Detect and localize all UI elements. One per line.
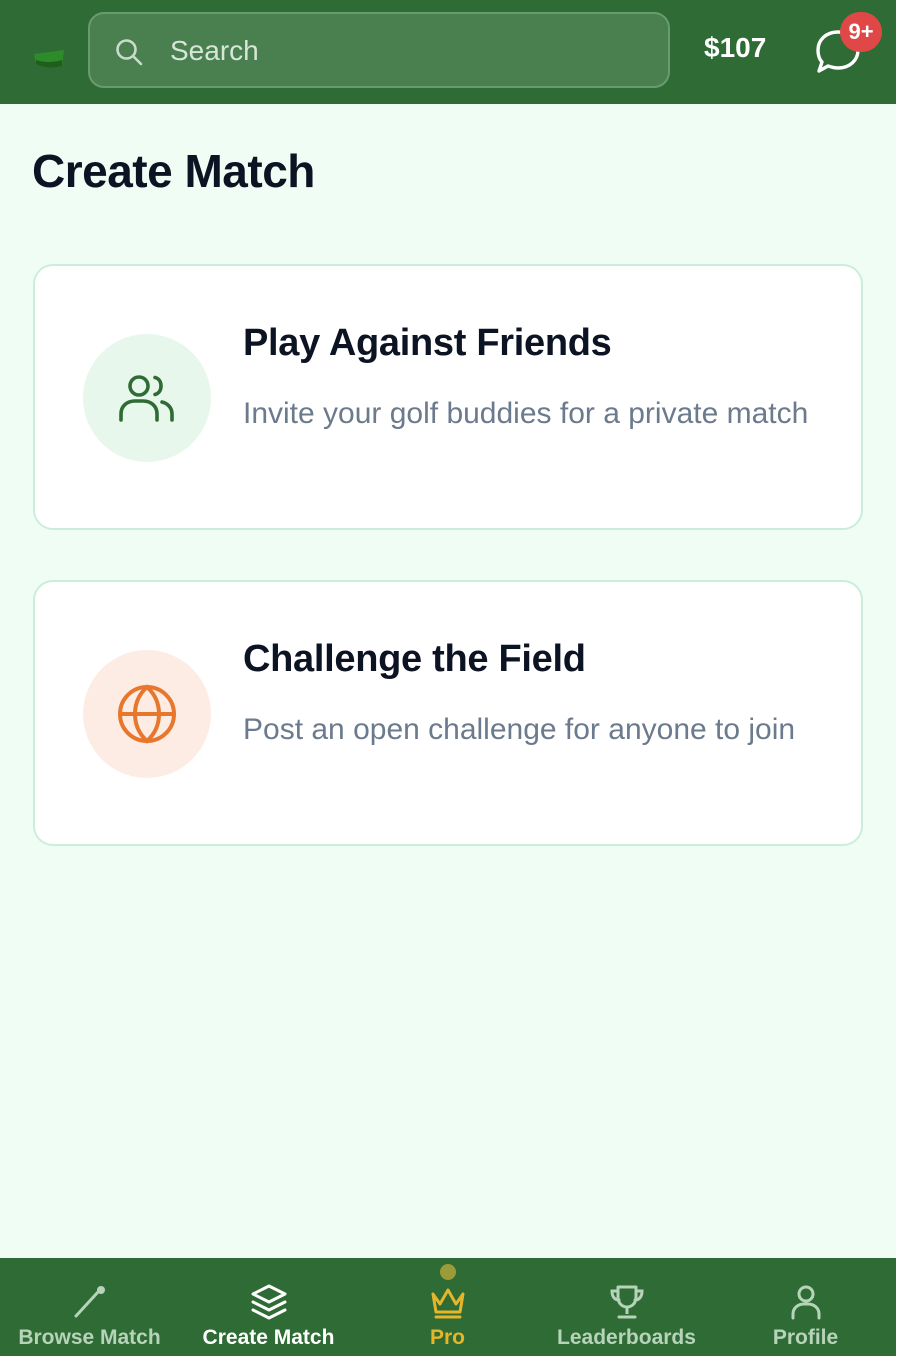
- trophy-icon: [610, 1285, 644, 1319]
- page-title: Create Match: [32, 145, 315, 197]
- search-icon: [116, 39, 143, 66]
- pro-indicator-dot: [440, 1264, 456, 1280]
- layers-icon: [251, 1284, 287, 1320]
- friends-icon-circle: [83, 334, 211, 462]
- golf-flag-logo-icon[interactable]: [30, 40, 70, 74]
- golf-club-icon: [74, 1286, 105, 1318]
- nav-label: Pro: [429, 1326, 465, 1349]
- nav-label: Leaderboards: [557, 1326, 696, 1349]
- nav-label: Create Match: [202, 1326, 335, 1349]
- card-title: Play Against Friends: [243, 322, 612, 364]
- users-icon: [119, 375, 174, 422]
- challenge-the-field-card[interactable]: Challenge the Field Post an open challen…: [33, 580, 863, 846]
- nav-browse-match[interactable]: Browse Match: [0, 1258, 179, 1356]
- crown-icon: [431, 1288, 465, 1319]
- notification-badge: 9+: [840, 12, 882, 52]
- field-icon-circle: [83, 650, 211, 778]
- wallet-balance[interactable]: $107: [704, 32, 766, 64]
- user-icon: [791, 1285, 821, 1320]
- nav-label: Profile: [772, 1326, 839, 1349]
- search-input[interactable]: [170, 28, 650, 74]
- nav-label: Browse Match: [18, 1326, 161, 1349]
- messages-button[interactable]: 9+: [812, 12, 882, 82]
- nav-pro[interactable]: Pro: [358, 1258, 537, 1356]
- card-description: Invite your golf buddies for a private m…: [243, 397, 809, 430]
- nav-create-match[interactable]: Create Match: [179, 1258, 358, 1356]
- nav-leaderboards[interactable]: Leaderboards: [537, 1258, 716, 1356]
- card-title: Challenge the Field: [243, 638, 586, 680]
- play-against-friends-card[interactable]: Play Against Friends Invite your golf bu…: [33, 264, 863, 530]
- app-root: $107 9+ Create Match Play Against Friend…: [0, 0, 896, 1356]
- bottom-navigation: Browse Match Create Match Pro Leaderboar…: [0, 1258, 896, 1356]
- search-bar[interactable]: [88, 12, 670, 88]
- nav-profile[interactable]: Profile: [716, 1258, 895, 1356]
- top-bar: $107 9+: [0, 0, 896, 104]
- globe-icon: [118, 684, 176, 744]
- card-description: Post an open challenge for anyone to joi…: [243, 713, 796, 746]
